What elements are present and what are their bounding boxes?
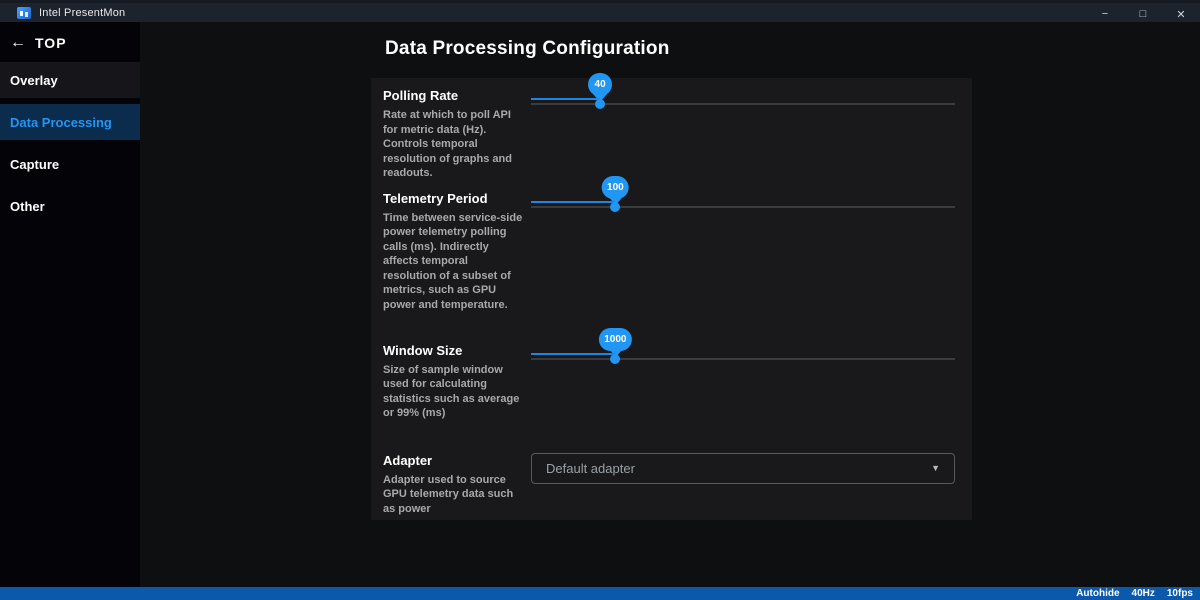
sidebar-back[interactable]: ← TOP	[0, 22, 140, 62]
sidebar-item-overlay[interactable]: Overlay	[0, 62, 140, 98]
slider-value: 100	[607, 182, 624, 193]
window-title: Intel PresentMon	[39, 7, 125, 19]
main-content: Data Processing Configuration Polling Ra…	[140, 22, 1200, 587]
titlebar: Intel PresentMon − □ ✕	[0, 0, 1200, 22]
sidebar-item-label: Other	[10, 199, 45, 214]
slider-fill	[531, 353, 615, 355]
sidebar-item-data-processing[interactable]: Data Processing	[0, 104, 140, 140]
setting-row-window-size: Window Size Size of sample window used f…	[371, 333, 972, 443]
sidebar-back-label: TOP	[35, 35, 67, 51]
chevron-down-icon: ▼	[931, 463, 940, 473]
slider-thumb[interactable]	[610, 202, 620, 212]
status-autohide: Autohide	[1076, 588, 1119, 599]
slider-fill	[531, 201, 615, 203]
statusbar: Autohide 40Hz 10fps	[0, 587, 1200, 600]
slider-value: 1000	[604, 334, 626, 345]
slider-value-bubble: 100	[602, 176, 629, 199]
slider-value-bubble: 1000	[599, 328, 631, 351]
setting-row-polling-rate: Polling Rate Rate at which to poll API f…	[371, 78, 972, 181]
slider-track[interactable]	[531, 206, 955, 208]
setting-name: Adapter	[383, 453, 523, 468]
setting-name: Window Size	[383, 343, 523, 358]
setting-row-adapter: Adapter Adapter used to source GPU telem…	[371, 443, 972, 517]
sidebar-item-other[interactable]: Other	[0, 188, 140, 224]
telemetry-period-slider[interactable]: 100	[531, 201, 955, 213]
polling-rate-slider[interactable]: 40	[531, 98, 955, 110]
adapter-dropdown-value: Default adapter	[546, 461, 931, 476]
setting-name: Polling Rate	[383, 88, 523, 103]
slider-value-bubble: 40	[588, 73, 612, 96]
slider-fill	[531, 98, 600, 100]
setting-description: Time between service-side power telemetr…	[383, 211, 523, 313]
sidebar-item-label: Data Processing	[10, 115, 112, 130]
page-title: Data Processing Configuration	[385, 38, 670, 60]
slider-thumb[interactable]	[595, 99, 605, 109]
slider-track[interactable]	[531, 358, 955, 360]
app-icon	[17, 7, 31, 19]
sidebar-item-label: Overlay	[10, 73, 58, 88]
slider-value: 40	[595, 79, 606, 90]
window-size-slider[interactable]: 1000	[531, 353, 955, 365]
setting-description: Rate at which to poll API for metric dat…	[383, 108, 523, 181]
setting-description: Size of sample window used for calculati…	[383, 363, 523, 421]
setting-name: Telemetry Period	[383, 191, 523, 206]
setting-row-telemetry-period: Telemetry Period Time between service-si…	[371, 181, 972, 333]
sidebar-item-capture[interactable]: Capture	[0, 146, 140, 182]
sidebar-item-label: Capture	[10, 157, 59, 172]
sidebar: ← TOP Overlay Data Processing Capture Ot…	[0, 22, 140, 587]
settings-panel: Polling Rate Rate at which to poll API f…	[371, 78, 972, 520]
status-hz: 40Hz	[1132, 588, 1155, 599]
back-arrow-icon: ←	[10, 34, 26, 52]
setting-description: Adapter used to source GPU telemetry dat…	[383, 473, 523, 517]
slider-thumb[interactable]	[610, 354, 620, 364]
status-fps: 10fps	[1167, 588, 1193, 599]
adapter-dropdown[interactable]: Default adapter ▼	[531, 453, 955, 484]
